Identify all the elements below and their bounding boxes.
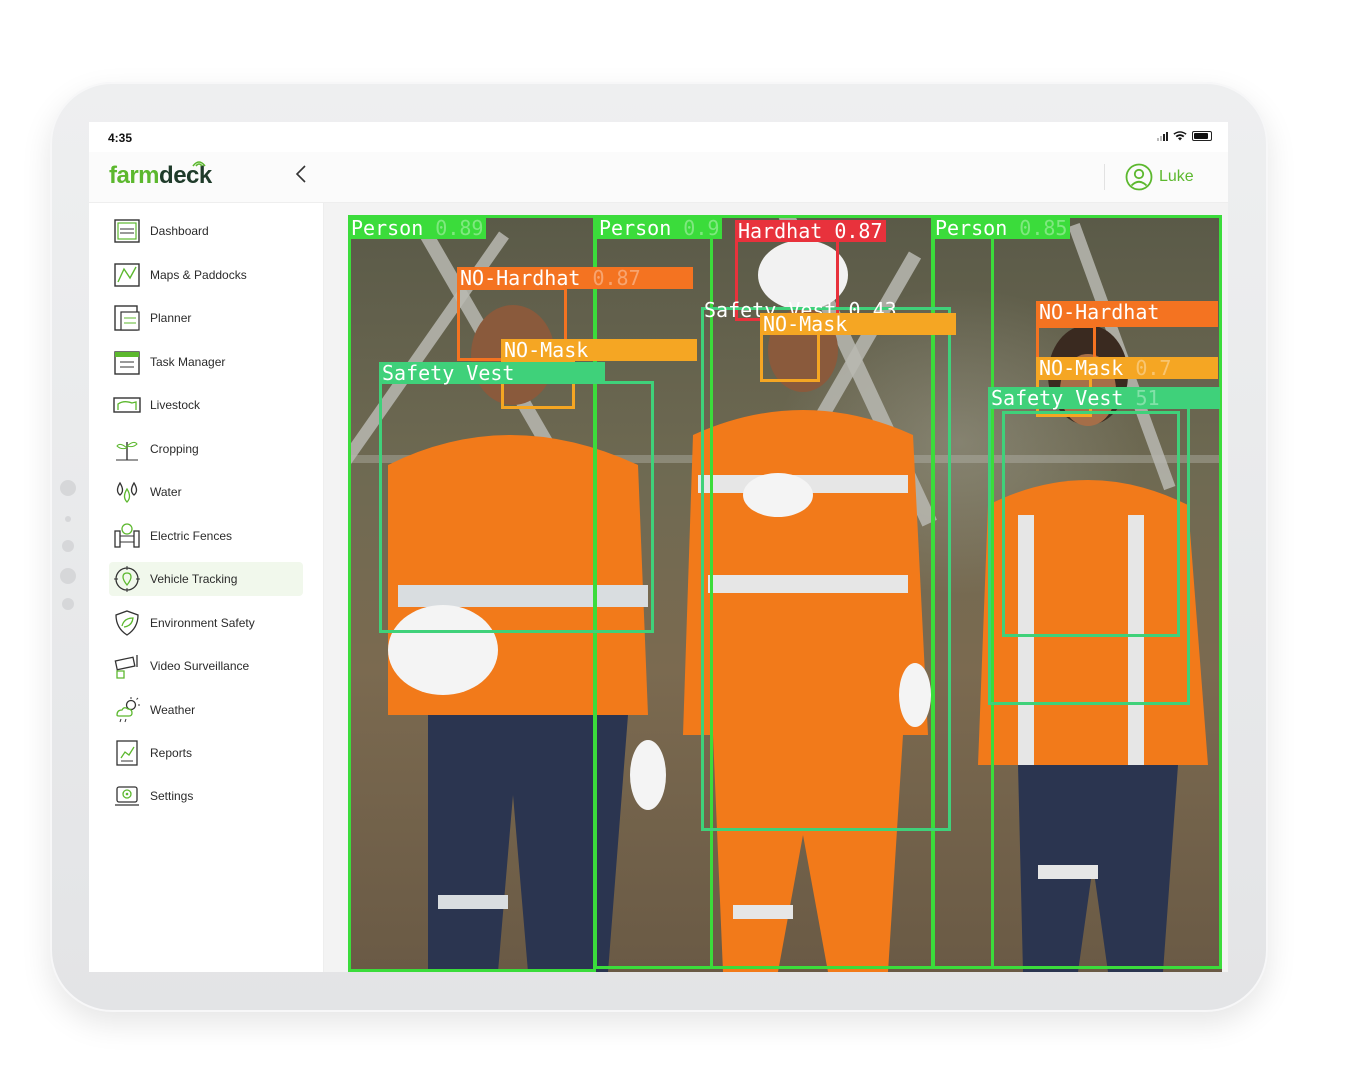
user-avatar-icon [1125,163,1153,191]
sidebar-item-label: Vehicle Tracking [150,572,238,586]
sidebar-item-water[interactable]: Water [109,475,303,509]
map-icon [112,260,142,290]
sidebar-item-label: Planner [150,311,192,325]
signal-icon [1157,131,1168,141]
sidebar-item-label: Settings [150,789,194,803]
sidebar-item-label: Task Manager [150,355,226,369]
sidebar-item-settings[interactable]: Settings [109,779,303,813]
sidebar-item-vehicle-tracking[interactable]: Vehicle Tracking [109,562,303,596]
app-header: farmdeck Luke [89,152,1228,203]
tablet-side-button [60,480,76,496]
livestock-icon [112,390,142,420]
camera-icon [112,651,142,681]
dashboard-icon [112,216,142,246]
water-drops-icon [112,477,142,507]
status-time: 4:35 [108,131,133,145]
sidebar-item-label: Dashboard [150,224,209,238]
tablet-side-button [62,598,74,610]
sidebar-item-label: Water [150,485,182,499]
user-profile-button[interactable]: Luke [1125,163,1194,191]
detection-box-safety-vest [1002,411,1180,637]
shield-leaf-icon [112,608,142,638]
tablet-side-button [60,568,76,584]
detection-label: NO-Mask [501,339,697,361]
sidebar-item-video-surveillance[interactable]: Video Surveillance [109,649,303,683]
weather-icon [112,695,142,725]
header-divider [1104,164,1105,190]
sidebar-item-label: Livestock [150,398,201,412]
detection-label: Hardhat 0.87 [735,220,886,242]
detection-label: Safety Vest 51 [988,387,1220,409]
location-pin-icon [112,564,142,594]
sidebar-item-electric-fences[interactable]: Electric Fences [109,519,303,553]
user-name: Luke [1159,168,1194,185]
detection-label: NO-Hardhat 0.87 [457,267,693,289]
sidebar-nav: Dashboard Maps & Paddocks Planner Task M… [89,203,324,972]
status-bar: 4:35 [89,122,1228,152]
detection-label: NO-Hardhat [1036,301,1218,327]
detection-label: Person 0.89 [348,217,487,239]
detection-label: NO-Mask 0.7 [1036,357,1218,379]
sidebar-item-label: Environment Safety [150,616,255,630]
sidebar-item-planner[interactable]: Planner [109,301,303,335]
detection-label: Person 0.9 [596,217,723,239]
tablet-side-button [62,540,74,552]
sidebar-item-label: Weather [150,703,196,717]
sidebar-item-cropping[interactable]: Cropping [109,432,303,466]
chevron-left-icon [295,165,306,183]
detection-label: Safety Vest [379,362,605,384]
report-icon [112,738,142,768]
sidebar-item-livestock[interactable]: Livestock [109,388,303,422]
sidebar-item-dashboard[interactable]: Dashboard [109,214,303,248]
detection-label: NO-Mask [760,313,956,335]
logo-signal-icon [192,161,206,167]
detection-box-safety-vest [379,381,654,633]
sidebar-item-environment-safety[interactable]: Environment Safety [109,606,303,640]
sidebar-item-weather[interactable]: Weather [109,693,303,727]
sidebar-item-label: Reports [150,746,193,760]
detection-label: Person 0.85 [932,217,1071,239]
app-screen: 4:35 farmdeck Luke Dashboard Maps & Padd… [89,122,1228,972]
sidebar-item-label: Maps & Paddocks [150,268,247,282]
detection-image: Person 0.89 Person 0.9 Hardhat 0.87 Pers… [348,215,1222,972]
sidebar-item-maps-paddocks[interactable]: Maps & Paddocks [109,258,303,292]
main-content: Person 0.89 Person 0.9 Hardhat 0.87 Pers… [324,203,1228,972]
sidebar-collapse-button[interactable] [289,164,313,188]
planner-icon [112,303,142,333]
calendar-icon [112,347,142,377]
wifi-icon [1173,131,1187,141]
settings-icon [112,781,142,811]
fence-icon [112,521,142,551]
detection-box-no-mask [760,332,820,382]
tablet-side-dot [65,516,71,522]
detection-box-safety-vest [701,307,951,831]
sidebar-item-reports[interactable]: Reports [109,736,303,770]
battery-icon [1192,131,1212,141]
sidebar-item-label: Cropping [150,442,199,456]
plant-icon [112,434,142,464]
sidebar-item-label: Video Surveillance [150,659,250,673]
status-icons [1157,131,1212,141]
sidebar-item-label: Electric Fences [150,529,233,543]
sidebar-item-task-manager[interactable]: Task Manager [109,345,303,379]
